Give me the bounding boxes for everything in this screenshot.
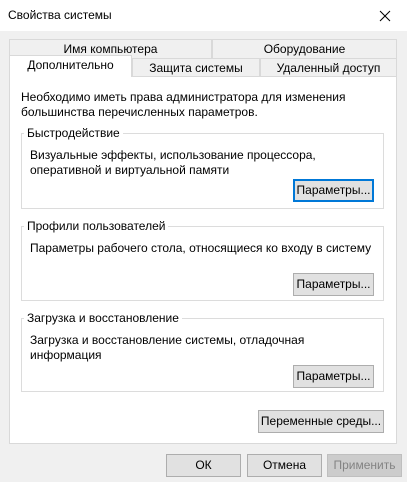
window-title: Свойства системы <box>8 8 112 22</box>
tab-system-protection[interactable]: Защита системы <box>132 58 260 77</box>
environment-variables-button[interactable]: Переменные среды... <box>258 410 384 433</box>
tab-label: Удаленный доступ <box>276 61 381 75</box>
group-title: Загрузка и восстановление <box>24 311 182 325</box>
tab-advanced[interactable]: Дополнительно <box>9 55 132 77</box>
tab-panel-advanced: Необходимо иметь права администратора дл… <box>9 76 397 444</box>
apply-button[interactable]: Применить <box>327 454 402 477</box>
performance-settings-button[interactable]: Параметры... <box>293 179 374 202</box>
group-description: Загрузка и восстановление системы, отлад… <box>30 333 305 362</box>
cancel-button[interactable]: Отмена <box>247 454 322 477</box>
tab-label: Защита системы <box>149 61 243 75</box>
admin-rights-note: Необходимо иметь права администратора дл… <box>21 90 346 119</box>
title-bar: Свойства системы <box>0 0 407 31</box>
close-button[interactable] <box>363 0 407 31</box>
ok-button[interactable]: ОК <box>166 454 241 477</box>
user-profiles-group: Профили пользователей Параметры рабочего… <box>21 219 384 301</box>
group-description: Параметры рабочего стола, относящиеся ко… <box>30 241 372 255</box>
startup-recovery-settings-button[interactable]: Параметры... <box>293 365 374 388</box>
tab-remote-access[interactable]: Удаленный доступ <box>260 58 397 77</box>
user-profiles-settings-button[interactable]: Параметры... <box>293 273 374 296</box>
tab-hardware[interactable]: Оборудование <box>212 39 397 58</box>
group-description: Визуальные эффекты, использование процес… <box>30 148 316 177</box>
close-icon <box>379 10 391 22</box>
group-title: Профили пользователей <box>24 219 169 233</box>
tab-label: Имя компьютера <box>63 42 158 56</box>
startup-recovery-group: Загрузка и восстановление Загрузка и вос… <box>21 311 384 392</box>
tab-label: Оборудование <box>263 42 346 56</box>
performance-group: Быстродействие Визуальные эффекты, испол… <box>21 126 384 209</box>
group-title: Быстродействие <box>24 126 123 140</box>
tab-label: Дополнительно <box>27 58 114 72</box>
